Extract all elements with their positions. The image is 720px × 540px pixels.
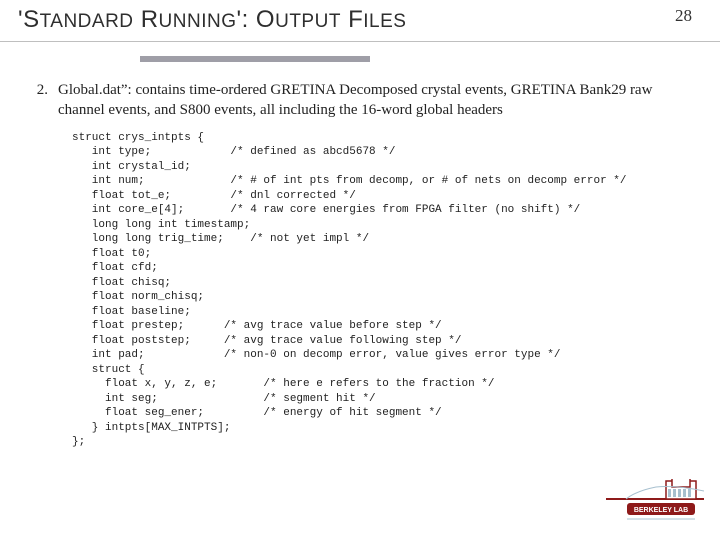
list-item-text: Global.dat”: contains time-ordered GRETI…	[58, 80, 692, 121]
list-item-number: 2.	[28, 80, 48, 100]
berkeley-lab-logo: BERKELEY LAB	[606, 479, 704, 528]
slide-title: 'STANDARD RUNNING': OUTPUT FILES	[18, 6, 406, 34]
header-accent-bar	[140, 56, 370, 62]
logo-label: BERKELEY LAB	[634, 507, 688, 514]
slide-header: 'STANDARD RUNNING': OUTPUT FILES 28	[0, 0, 720, 50]
header-underline	[0, 41, 720, 42]
list-item: 2. Global.dat”: contains time-ordered GR…	[28, 80, 692, 121]
slide-body: 2. Global.dat”: contains time-ordered GR…	[0, 50, 720, 450]
page-number: 28	[675, 6, 692, 26]
struct-code: struct crys_intpts { int type; /* define…	[72, 131, 692, 450]
